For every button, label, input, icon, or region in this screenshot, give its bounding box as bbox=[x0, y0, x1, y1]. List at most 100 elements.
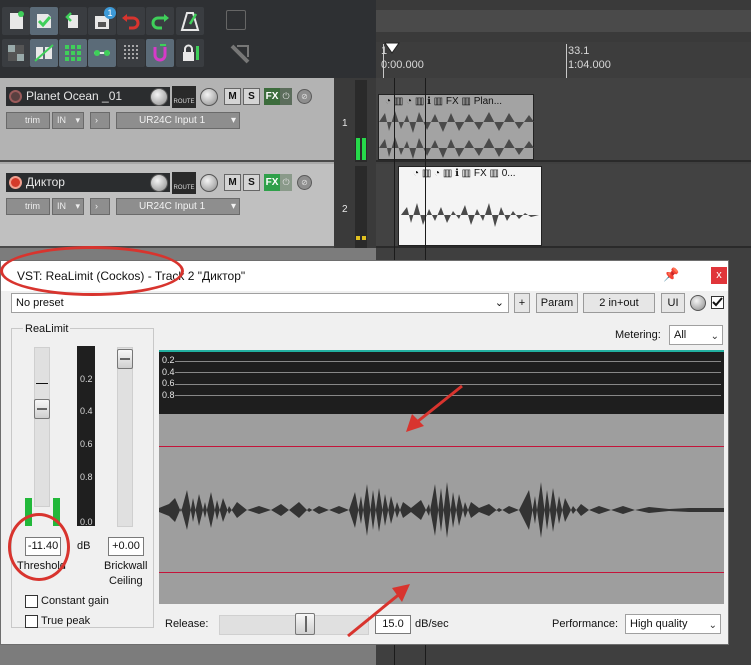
release-slider-thumb[interactable] bbox=[295, 613, 315, 635]
redo-icon[interactable] bbox=[146, 7, 174, 35]
track-name[interactable]: Диктор bbox=[6, 173, 170, 192]
chevron-down-icon: ▾ bbox=[230, 115, 236, 126]
metering-select[interactable]: All ⌄ bbox=[669, 325, 723, 345]
fx-bypass-icon[interactable]: ⏻ bbox=[280, 88, 292, 105]
project-settings-icon[interactable] bbox=[59, 7, 87, 35]
true-peak-checkbox[interactable] bbox=[25, 615, 38, 628]
waveform bbox=[379, 111, 534, 159]
db-label: dB bbox=[77, 540, 91, 552]
preset-select[interactable]: No preset ⌄ bbox=[11, 293, 509, 313]
param-button[interactable]: Param bbox=[536, 293, 578, 313]
release-label: Release: bbox=[165, 618, 209, 630]
grid-icon[interactable] bbox=[59, 39, 87, 67]
timeline-ruler[interactable]: 1 33.1 0:00.000 1:04.000 bbox=[376, 0, 751, 78]
dotted-grid-icon[interactable] bbox=[117, 39, 145, 67]
ui-button[interactable]: UI bbox=[661, 293, 685, 313]
save-project-icon[interactable] bbox=[30, 7, 58, 35]
wet-knob[interactable] bbox=[690, 295, 706, 311]
input-select[interactable]: UR24C Input 1 ▾ bbox=[116, 112, 240, 129]
tool-slot-icon[interactable] bbox=[226, 40, 254, 68]
track-number: 1 bbox=[342, 118, 348, 129]
item-header: ◔ ▥ ◔ ▥ ℹ ▥ FX ▥ Plan... bbox=[385, 96, 503, 107]
input-arrow-icon[interactable]: › bbox=[90, 198, 110, 215]
mute-button[interactable]: M bbox=[224, 174, 241, 191]
snap-grid-icon[interactable] bbox=[2, 39, 30, 67]
empty-slot-icon bbox=[226, 10, 246, 30]
main-toolbar: 1 bbox=[0, 0, 376, 78]
solo-button[interactable]: S bbox=[243, 174, 260, 191]
item-header: ◔ ▥ ◔ ▥ ℹ ▥ FX ▥ 0... bbox=[413, 168, 516, 179]
graph-scale-label: 0.8 bbox=[162, 390, 175, 400]
meter-level bbox=[362, 138, 366, 160]
graph-scale-label: 0.2 bbox=[162, 355, 175, 365]
ceiling-value[interactable]: +0.00 bbox=[108, 537, 144, 556]
route-button[interactable]: ROUTE bbox=[172, 86, 196, 108]
env-icon[interactable]: ⊘ bbox=[297, 89, 312, 104]
bypass-checkbox[interactable] bbox=[711, 296, 724, 309]
meter-level bbox=[356, 236, 360, 240]
trim-label[interactable]: trim bbox=[6, 112, 50, 129]
env-icon[interactable]: ⊘ bbox=[297, 175, 312, 190]
track-name[interactable]: Planet Ocean _01 bbox=[6, 87, 170, 106]
performance-label: Performance: bbox=[552, 618, 619, 630]
track-row[interactable]: Planet Ocean _01 ROUTE M S FX ⏻ ⊘ trim I… bbox=[0, 78, 334, 162]
new-track-icon[interactable]: 1 bbox=[88, 7, 116, 35]
performance-select[interactable]: High quality ⌄ bbox=[625, 614, 721, 634]
input-monitor-button[interactable]: IN ▾ bbox=[52, 112, 84, 129]
input-select[interactable]: UR24C Input 1 ▾ bbox=[116, 198, 240, 215]
add-preset-button[interactable]: + bbox=[514, 293, 530, 313]
meter-level bbox=[356, 138, 360, 160]
ruler-marker-label: 33.1 bbox=[568, 45, 590, 57]
volume-knob[interactable] bbox=[150, 88, 168, 106]
ceiling-slider[interactable] bbox=[117, 347, 133, 527]
meter-scale-label: 0.0 bbox=[80, 517, 93, 527]
io-button[interactable]: 2 in+out bbox=[583, 293, 655, 313]
record-arm-icon[interactable] bbox=[9, 176, 22, 189]
pan-knob[interactable] bbox=[200, 88, 218, 106]
track-meter-column: 1 2 bbox=[334, 78, 376, 248]
annotation-ellipse-threshold bbox=[8, 513, 70, 581]
solo-button[interactable]: S bbox=[243, 88, 260, 105]
track-control-panel: Planet Ocean _01 ROUTE M S FX ⏻ ⊘ trim I… bbox=[0, 78, 334, 248]
volume-knob[interactable] bbox=[150, 174, 168, 192]
chevron-down-icon: ▾ bbox=[75, 201, 80, 211]
mute-button[interactable]: M bbox=[224, 88, 241, 105]
pan-knob[interactable] bbox=[200, 174, 218, 192]
record-arm-icon[interactable] bbox=[9, 90, 22, 103]
route-button[interactable]: ROUTE bbox=[172, 172, 196, 194]
graph-scale-label: 0.6 bbox=[162, 378, 175, 388]
threshold-marker bbox=[36, 383, 48, 384]
threshold-slider[interactable] bbox=[34, 347, 50, 507]
checkmark-icon bbox=[712, 297, 723, 307]
ripple-edit-icon[interactable] bbox=[30, 39, 58, 67]
new-project-icon[interactable] bbox=[2, 7, 30, 35]
metronome-icon[interactable] bbox=[176, 7, 204, 35]
meter-level bbox=[362, 236, 366, 240]
media-item[interactable]: ◔ ▥ ◔ ▥ ℹ ▥ FX ▥ Plan... bbox=[378, 94, 534, 160]
input-arrow-icon[interactable]: › bbox=[90, 112, 110, 129]
fx-bypass-icon[interactable]: ⏻ bbox=[280, 174, 292, 191]
close-button[interactable]: x bbox=[711, 267, 727, 284]
chevron-down-icon: ▾ bbox=[75, 115, 80, 125]
item-edit-icon[interactable] bbox=[88, 39, 116, 67]
playhead-marker-icon[interactable] bbox=[384, 42, 400, 54]
panel-title: ReaLimit bbox=[23, 323, 71, 335]
pin-icon[interactable]: 📌 bbox=[663, 267, 679, 283]
loop-icon[interactable] bbox=[146, 39, 174, 67]
trim-label[interactable]: trim bbox=[6, 198, 50, 215]
annotation-arrows bbox=[347, 384, 463, 638]
threshold-slider-thumb[interactable] bbox=[34, 399, 50, 419]
constant-gain-checkbox[interactable] bbox=[25, 595, 38, 608]
input-monitor-button[interactable]: IN ▾ bbox=[52, 198, 84, 215]
fx-button[interactable]: FX bbox=[264, 174, 280, 191]
lock-icon[interactable] bbox=[176, 39, 204, 67]
annotation-ellipse-title bbox=[0, 246, 184, 296]
reduction-line bbox=[159, 350, 724, 352]
track-row[interactable]: Диктор ROUTE M S FX ⏻ ⊘ trim IN ▾ › UR24C… bbox=[0, 164, 334, 248]
media-item[interactable]: ◔ ▥ ◔ ▥ ℹ ▥ FX ▥ 0... bbox=[398, 166, 542, 246]
undo-icon[interactable] bbox=[117, 7, 145, 35]
time-ruler[interactable] bbox=[376, 42, 751, 78]
ceiling-slider-thumb[interactable] bbox=[117, 349, 133, 369]
region-strip[interactable] bbox=[376, 10, 751, 32]
fx-button[interactable]: FX bbox=[264, 88, 280, 105]
